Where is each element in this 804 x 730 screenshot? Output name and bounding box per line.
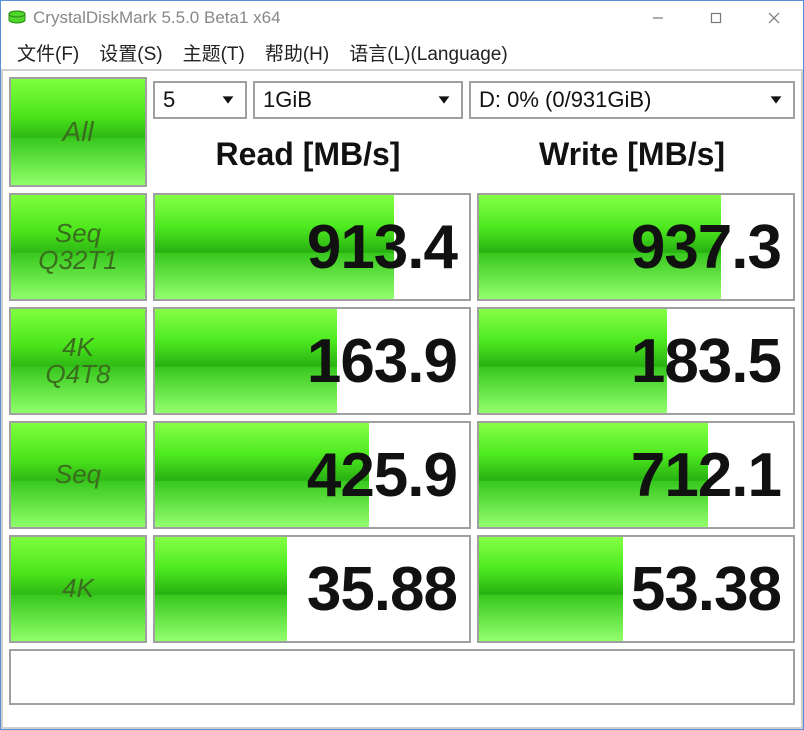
top-controls: All 5 1GiB D: 0% (0/931GiB) Read [MB/s] … bbox=[9, 77, 795, 187]
menubar: 文件(F) 设置(S) 主题(T) 帮助(H) 语言(L)(Language) bbox=[1, 35, 803, 69]
read-value: 35.88 bbox=[307, 554, 457, 625]
chevron-down-icon bbox=[435, 91, 453, 109]
write-value-cell: 712.1 bbox=[477, 421, 795, 529]
test-button-1[interactable]: 4KQ4T8 bbox=[9, 307, 147, 415]
test-button-label1: Seq bbox=[55, 220, 101, 247]
menu-settings[interactable]: 设置(S) bbox=[91, 35, 170, 70]
write-value-cell: 937.3 bbox=[477, 193, 795, 301]
maximize-button[interactable] bbox=[687, 2, 745, 34]
test-button-0[interactable]: SeqQ32T1 bbox=[9, 193, 147, 301]
test-button-label2: Q32T1 bbox=[38, 247, 118, 274]
client-area: All 5 1GiB D: 0% (0/931GiB) Read [MB/s] … bbox=[1, 69, 803, 729]
write-value-cell: 53.38 bbox=[477, 535, 795, 643]
write-value: 712.1 bbox=[631, 440, 781, 511]
read-value: 163.9 bbox=[307, 326, 457, 397]
status-bar bbox=[9, 649, 795, 705]
write-value: 183.5 bbox=[631, 326, 781, 397]
test-button-label1: 4K bbox=[62, 334, 94, 361]
write-value-cell: 183.5 bbox=[477, 307, 795, 415]
test-button-label1: 4K bbox=[62, 575, 94, 602]
value-bar bbox=[479, 537, 623, 641]
header-read: Read [MB/s] bbox=[153, 121, 463, 187]
titlebar: CrystalDiskMark 5.5.0 Beta1 x64 bbox=[1, 1, 803, 35]
app-icon bbox=[7, 8, 27, 28]
drive-select[interactable]: D: 0% (0/931GiB) bbox=[469, 81, 795, 119]
test-button-3[interactable]: 4K bbox=[9, 535, 147, 643]
results-grid: SeqQ32T1913.4937.34KQ4T8163.9183.5Seq425… bbox=[9, 193, 795, 643]
read-value-cell: 425.9 bbox=[153, 421, 471, 529]
size-select[interactable]: 1GiB bbox=[253, 81, 463, 119]
test-button-label1: Seq bbox=[55, 461, 101, 488]
app-window: CrystalDiskMark 5.5.0 Beta1 x64 文件(F) 设置… bbox=[0, 0, 804, 730]
loops-select[interactable]: 5 bbox=[153, 81, 247, 119]
window-title: CrystalDiskMark 5.5.0 Beta1 x64 bbox=[33, 8, 629, 28]
read-value-cell: 913.4 bbox=[153, 193, 471, 301]
close-button[interactable] bbox=[745, 2, 803, 34]
chevron-down-icon bbox=[767, 91, 785, 109]
menu-theme[interactable]: 主题(T) bbox=[175, 35, 253, 70]
read-value-cell: 163.9 bbox=[153, 307, 471, 415]
minimize-button[interactable] bbox=[629, 2, 687, 34]
all-button[interactable]: All bbox=[9, 77, 147, 187]
chevron-down-icon bbox=[219, 91, 237, 109]
write-value: 937.3 bbox=[631, 212, 781, 283]
size-value: 1GiB bbox=[263, 87, 312, 113]
loops-value: 5 bbox=[163, 87, 175, 113]
all-button-label: All bbox=[62, 117, 93, 146]
value-bar bbox=[155, 537, 287, 641]
menu-language[interactable]: 语言(L)(Language) bbox=[341, 35, 515, 70]
header-write: Write [MB/s] bbox=[469, 121, 795, 187]
write-value: 53.38 bbox=[631, 554, 781, 625]
read-value: 425.9 bbox=[307, 440, 457, 511]
menu-file[interactable]: 文件(F) bbox=[9, 35, 87, 70]
menu-help[interactable]: 帮助(H) bbox=[257, 35, 337, 70]
window-controls bbox=[629, 2, 803, 34]
test-button-2[interactable]: Seq bbox=[9, 421, 147, 529]
drive-value: D: 0% (0/931GiB) bbox=[479, 87, 651, 113]
read-value: 913.4 bbox=[307, 212, 457, 283]
read-value-cell: 35.88 bbox=[153, 535, 471, 643]
test-button-label2: Q4T8 bbox=[45, 361, 110, 388]
